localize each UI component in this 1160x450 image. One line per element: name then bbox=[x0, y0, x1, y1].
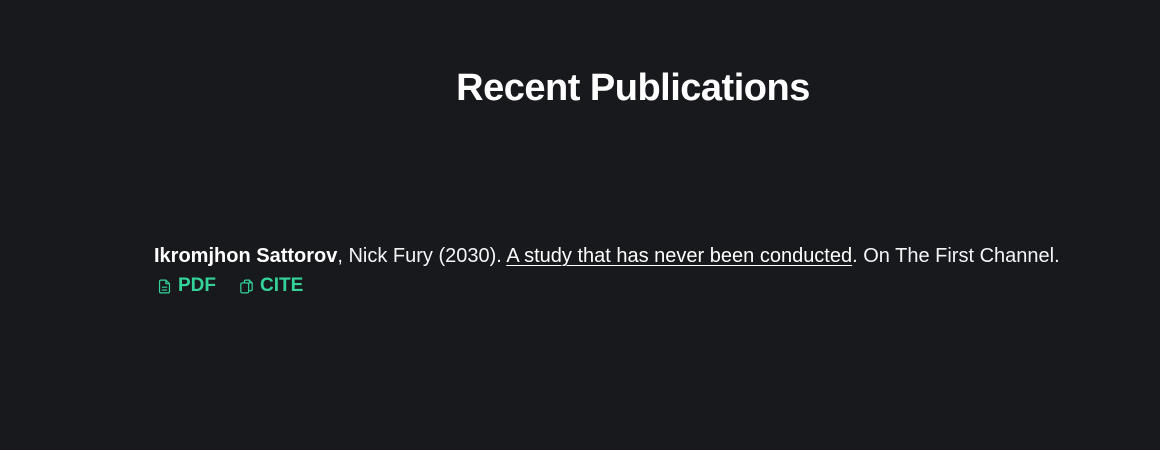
publication-list: Ikromjhon Sattorov, Nick Fury (2030). A … bbox=[154, 242, 1144, 299]
publication-coauthors-year: Nick Fury (2030). bbox=[342, 245, 507, 267]
publication-citation: Ikromjhon Sattorov, Nick Fury (2030). A … bbox=[154, 242, 1144, 270]
pdf-link[interactable]: PDF bbox=[154, 273, 216, 299]
pdf-link-label: PDF bbox=[178, 275, 216, 296]
cite-button[interactable]: CITE bbox=[236, 273, 303, 299]
cite-button-label: CITE bbox=[260, 275, 304, 296]
file-text-icon bbox=[154, 278, 173, 295]
publication-venue: . On The First Channel. bbox=[852, 245, 1060, 267]
publication-item: Ikromjhon Sattorov, Nick Fury (2030). A … bbox=[154, 242, 1144, 299]
page-title: Recent Publications bbox=[456, 67, 810, 109]
publication-title-link[interactable]: A study that has never been conducted bbox=[506, 245, 852, 267]
publication-links: PDF CITE bbox=[154, 273, 1144, 299]
copy-icon bbox=[236, 278, 255, 295]
publication-author-main: Ikromjhon Sattorov bbox=[154, 245, 338, 267]
